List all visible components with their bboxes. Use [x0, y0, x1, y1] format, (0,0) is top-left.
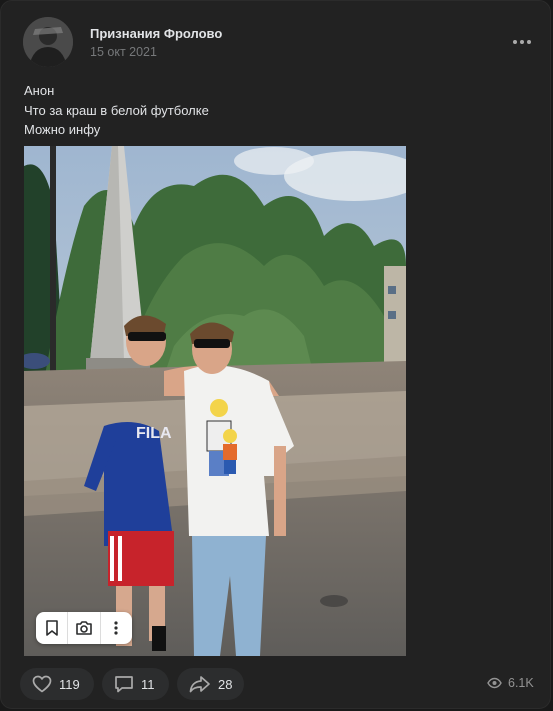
- post-text: Анон Что за краш в белой футболке Можно …: [24, 81, 209, 140]
- photo-more-button[interactable]: [101, 612, 132, 644]
- share-button[interactable]: 28: [177, 668, 244, 700]
- eye-icon: [487, 677, 502, 689]
- shirt-brand-text: FILA: [136, 425, 172, 442]
- post-card: Признания Фролово 15 окт 2021 Анон Что з…: [0, 0, 551, 709]
- vertical-dots-icon: [114, 621, 118, 635]
- community-avatar[interactable]: [23, 17, 73, 67]
- comment-count: 11: [141, 676, 155, 692]
- comment-button[interactable]: 11: [102, 668, 169, 700]
- views-count: 6.1K: [508, 676, 534, 690]
- search-by-photo-button[interactable]: [68, 612, 99, 644]
- heart-icon: [32, 675, 52, 693]
- post-text-line: Анон: [24, 83, 55, 98]
- post-text-line: Можно инфу: [24, 122, 101, 137]
- photo-toolbar: [36, 612, 132, 644]
- bookmark-icon: [45, 620, 58, 636]
- camera-icon: [76, 621, 92, 635]
- like-count: 119: [59, 676, 80, 692]
- share-icon: [189, 676, 210, 693]
- post-text-line: Что за краш в белой футболке: [24, 102, 209, 118]
- views-counter: 6.1K: [487, 676, 534, 690]
- post-photo[interactable]: FILA: [24, 146, 406, 656]
- bookmark-button[interactable]: [36, 612, 67, 644]
- post-date[interactable]: 15 окт 2021: [90, 45, 157, 59]
- author-name[interactable]: Признания Фролово: [90, 26, 222, 41]
- like-button[interactable]: 119: [20, 668, 94, 700]
- comment-icon: [115, 676, 133, 693]
- share-count: 28: [218, 676, 233, 692]
- more-dots-icon[interactable]: [507, 31, 537, 53]
